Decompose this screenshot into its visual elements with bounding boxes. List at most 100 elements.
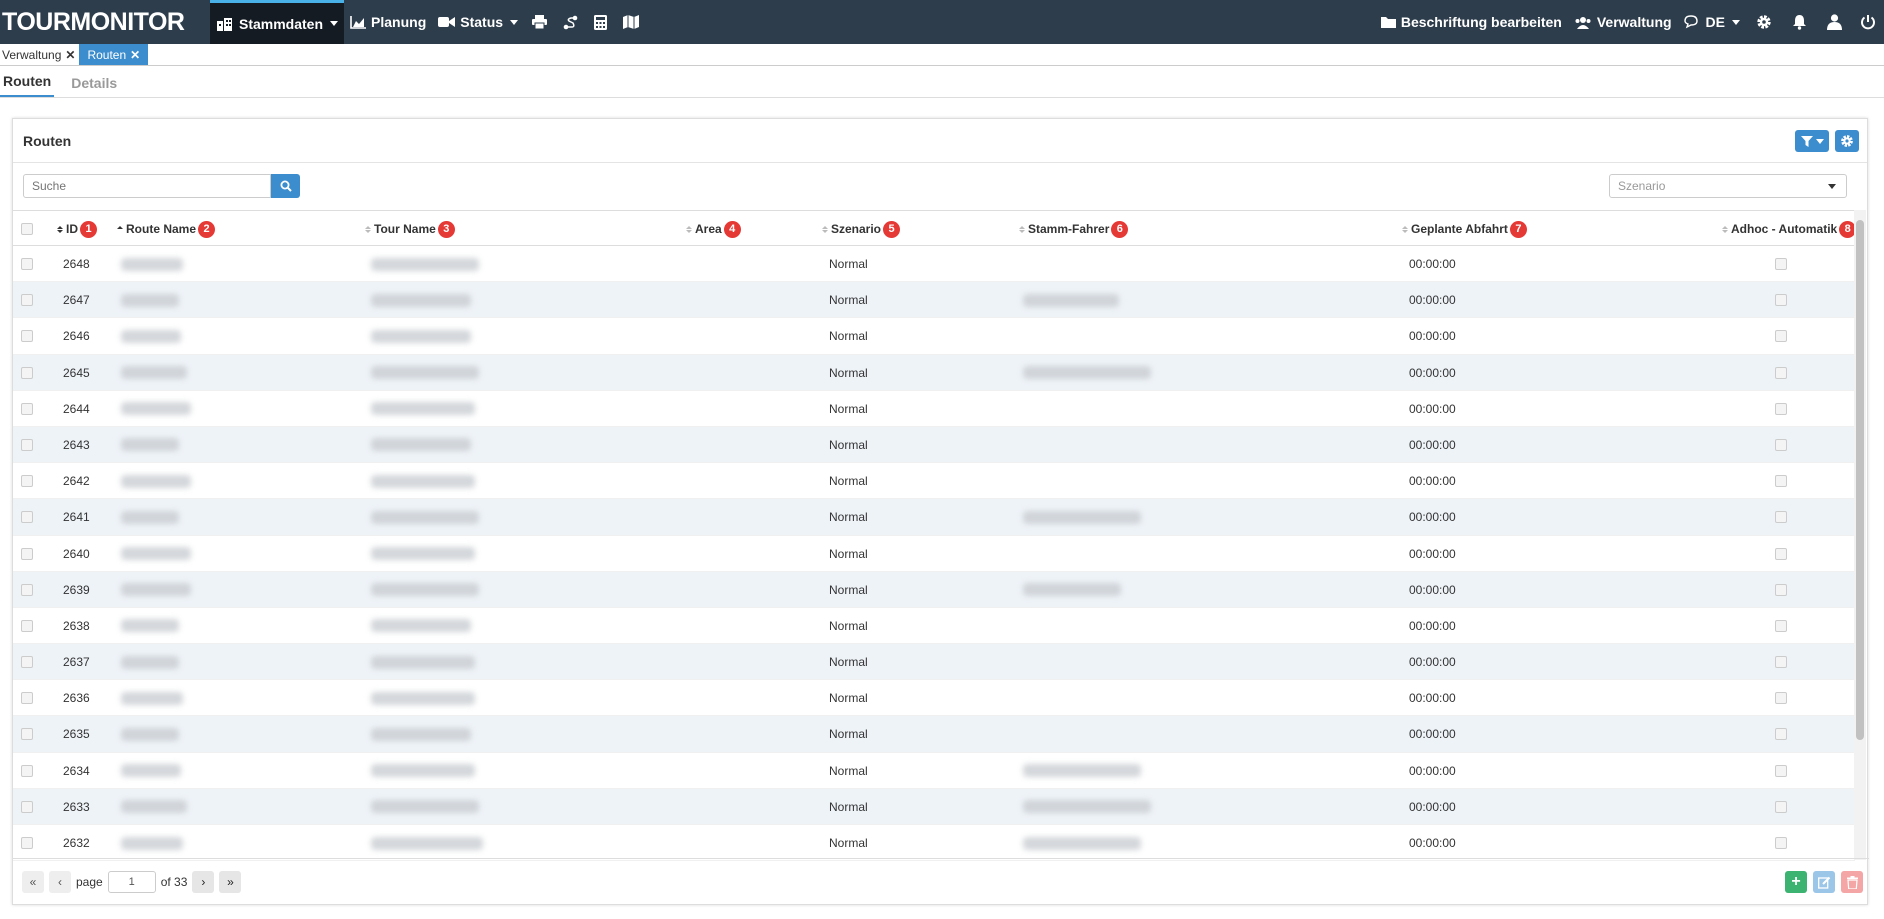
select-all-checkbox[interactable]	[21, 223, 33, 235]
table-scrollbar[interactable]	[1854, 210, 1866, 860]
table-row[interactable]: 2640 Normal 00:00:00	[13, 536, 1855, 572]
nav-planung[interactable]: Planung	[344, 0, 432, 44]
table-row[interactable]: 2643 Normal 00:00:00	[13, 426, 1855, 464]
adhoc-checkbox[interactable]	[1775, 619, 1787, 632]
table-row[interactable]: 2637 Normal 00:00:00	[13, 644, 1855, 681]
row-checkbox[interactable]	[21, 511, 33, 524]
table-row[interactable]: 2636 Normal 00:00:00	[13, 680, 1855, 717]
filter-button[interactable]	[1795, 130, 1829, 152]
cell-adhoc-automatik[interactable]	[1775, 499, 1787, 535]
first-page-button[interactable]: «	[22, 870, 44, 893]
tab-verwaltung[interactable]: Verwaltung ✕	[0, 44, 79, 65]
adhoc-checkbox[interactable]	[1775, 511, 1787, 524]
row-checkbox[interactable]	[21, 438, 33, 451]
cell-adhoc-automatik[interactable]	[1775, 246, 1787, 282]
tab-routen[interactable]: Routen ✕	[79, 44, 149, 65]
adhoc-checkbox[interactable]	[1775, 837, 1787, 849]
scrollbar-thumb[interactable]	[1856, 220, 1864, 740]
header-szenario[interactable]: Szenario 5	[822, 211, 901, 247]
adhoc-checkbox[interactable]	[1775, 402, 1787, 415]
adhoc-checkbox[interactable]	[1775, 366, 1787, 379]
app-logo[interactable]: TOURMONITOR	[0, 8, 210, 37]
row-checkbox[interactable]	[21, 619, 33, 632]
row-checkbox[interactable]	[21, 764, 33, 777]
nav-user[interactable]	[1817, 0, 1852, 44]
settings-button[interactable]	[1835, 130, 1859, 152]
row-select-cell[interactable]	[21, 499, 33, 535]
nav-beschriftung[interactable]: Beschriftung bearbeiten	[1375, 0, 1568, 44]
nav-settings[interactable]	[1746, 0, 1782, 44]
subtab-routen[interactable]: Routen	[0, 73, 55, 97]
cell-adhoc-automatik[interactable]	[1775, 608, 1787, 644]
row-select-cell[interactable]	[21, 427, 33, 463]
row-select-cell[interactable]	[21, 789, 33, 825]
row-select-cell[interactable]	[21, 355, 33, 391]
header-adhoc-automatik[interactable]: Adhoc - Automatik 8	[1722, 211, 1857, 247]
row-select-cell[interactable]	[21, 536, 33, 572]
cell-adhoc-automatik[interactable]	[1775, 572, 1787, 608]
row-select-cell[interactable]	[21, 318, 33, 354]
nav-map[interactable]	[615, 0, 647, 44]
adhoc-checkbox[interactable]	[1775, 656, 1787, 669]
cell-adhoc-automatik[interactable]	[1775, 753, 1787, 789]
cell-adhoc-automatik[interactable]	[1775, 463, 1787, 499]
close-icon[interactable]: ✕	[130, 48, 140, 62]
table-row[interactable]: 2642 Normal 00:00:00	[13, 463, 1855, 500]
table-row[interactable]: 2633 Normal 00:00:00	[13, 788, 1855, 825]
cell-adhoc-automatik[interactable]	[1775, 536, 1787, 572]
row-select-cell[interactable]	[21, 608, 33, 644]
add-button[interactable]: +	[1785, 871, 1807, 893]
adhoc-checkbox[interactable]	[1775, 294, 1787, 307]
adhoc-checkbox[interactable]	[1775, 728, 1787, 741]
table-row[interactable]: 2641 Normal 00:00:00	[13, 499, 1855, 536]
row-checkbox[interactable]	[21, 475, 33, 488]
table-row[interactable]: 2648 Normal 00:00:00	[13, 246, 1855, 283]
row-checkbox[interactable]	[21, 800, 33, 813]
table-row[interactable]: 2638 Normal 00:00:00	[13, 608, 1855, 645]
table-row[interactable]: 2647 Normal 00:00:00	[13, 282, 1855, 319]
page-input[interactable]	[107, 870, 156, 893]
delete-button[interactable]	[1841, 871, 1863, 893]
cell-adhoc-automatik[interactable]	[1775, 644, 1787, 680]
prev-page-button[interactable]: ‹	[49, 870, 71, 893]
row-checkbox[interactable]	[21, 583, 33, 596]
cell-adhoc-automatik[interactable]	[1775, 825, 1787, 861]
row-select-cell[interactable]	[21, 572, 33, 608]
cell-adhoc-automatik[interactable]	[1775, 680, 1787, 716]
nav-calculator[interactable]	[586, 0, 615, 44]
row-select-cell[interactable]	[21, 391, 33, 427]
row-select-cell[interactable]	[21, 716, 33, 752]
row-checkbox[interactable]	[21, 366, 33, 379]
cell-adhoc-automatik[interactable]	[1775, 427, 1787, 463]
adhoc-checkbox[interactable]	[1775, 764, 1787, 777]
table-row[interactable]: 2646 Normal 00:00:00	[13, 318, 1855, 355]
adhoc-checkbox[interactable]	[1775, 547, 1787, 560]
adhoc-checkbox[interactable]	[1775, 692, 1787, 705]
cell-adhoc-automatik[interactable]	[1775, 355, 1787, 391]
adhoc-checkbox[interactable]	[1775, 330, 1787, 343]
header-id[interactable]: ID 1	[57, 211, 97, 247]
cell-adhoc-automatik[interactable]	[1775, 391, 1787, 427]
nav-notifications[interactable]	[1782, 0, 1817, 44]
next-page-button[interactable]: ›	[192, 870, 215, 893]
nav-status[interactable]: Status	[432, 0, 524, 44]
nav-route[interactable]	[555, 0, 586, 44]
cell-adhoc-automatik[interactable]	[1775, 282, 1787, 318]
row-checkbox[interactable]	[21, 547, 33, 560]
row-checkbox[interactable]	[21, 728, 33, 741]
nav-verwaltung[interactable]: Verwaltung	[1568, 0, 1678, 44]
search-button[interactable]	[271, 174, 300, 198]
row-select-cell[interactable]	[21, 282, 33, 318]
last-page-button[interactable]: »	[219, 870, 242, 893]
row-checkbox[interactable]	[21, 692, 33, 705]
cell-adhoc-automatik[interactable]	[1775, 789, 1787, 825]
header-geplante-abfahrt[interactable]: Geplante Abfahrt 7	[1402, 211, 1527, 247]
adhoc-checkbox[interactable]	[1775, 800, 1787, 813]
header-stamm-fahrer[interactable]: Stamm-Fahrer 6	[1019, 211, 1129, 247]
adhoc-checkbox[interactable]	[1775, 475, 1787, 488]
row-checkbox[interactable]	[21, 656, 33, 669]
table-row[interactable]: 2645 Normal 00:00:00	[13, 354, 1855, 391]
adhoc-checkbox[interactable]	[1775, 258, 1787, 270]
table-row[interactable]: 2635 Normal 00:00:00	[13, 716, 1855, 753]
adhoc-checkbox[interactable]	[1775, 438, 1787, 451]
